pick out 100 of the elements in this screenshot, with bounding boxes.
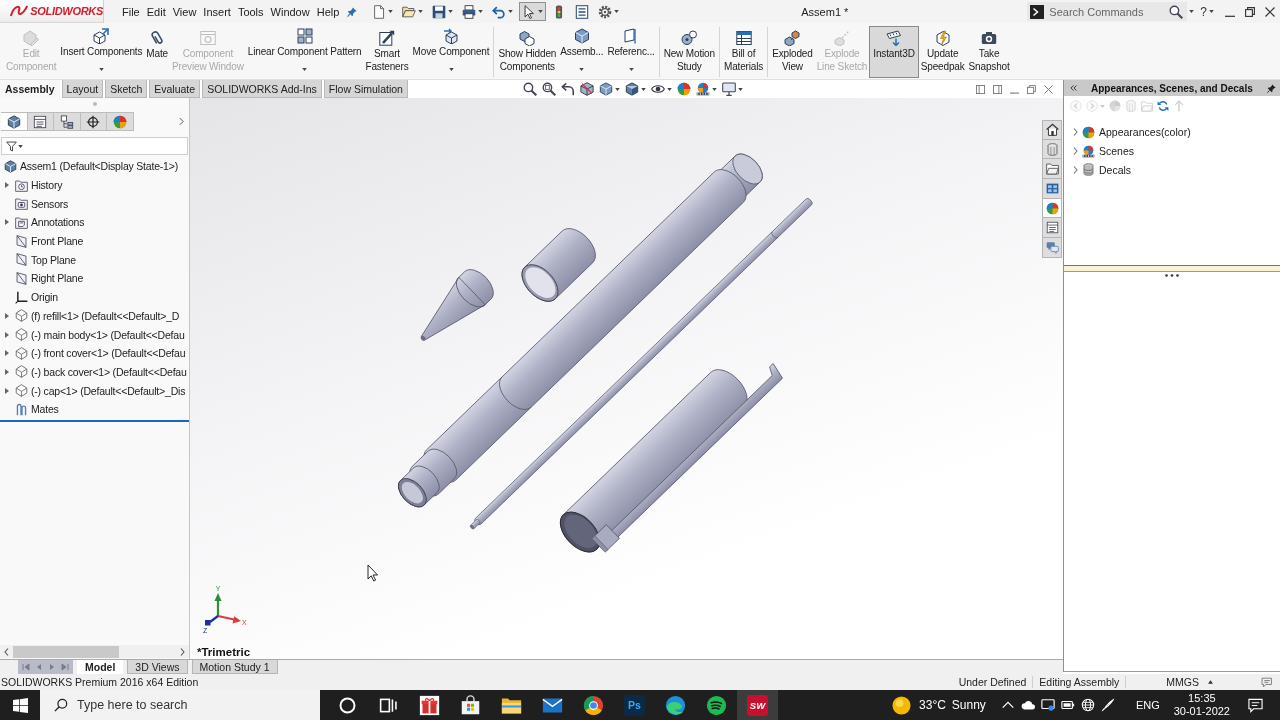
- exploded-view-button[interactable]: Exploded View: [770, 26, 815, 78]
- sheet-tab[interactable]: Motion Study 1: [191, 660, 278, 674]
- tree-item[interactable]: Decals: [1064, 160, 1280, 180]
- instant3d-button[interactable]: Instant3D: [869, 26, 919, 78]
- tree-item[interactable]: History: [0, 175, 189, 195]
- expand-arrow-icon[interactable]: [5, 331, 9, 338]
- taskbar-button[interactable]: Ps: [614, 690, 655, 720]
- logo-badge[interactable]: SOLIDWORKS: [0, 0, 104, 23]
- assembly-menu-button[interactable]: Assemb...: [558, 26, 606, 78]
- move-component-button[interactable]: Move Component: [410, 26, 492, 78]
- tree-item[interactable]: Mates: [0, 399, 189, 419]
- sun-icon[interactable]: [892, 695, 912, 715]
- pin-icon[interactable]: [1267, 83, 1276, 93]
- sheet-tab[interactable]: 3D Views: [127, 660, 188, 674]
- command-tab[interactable]: Layout: [61, 80, 104, 98]
- battery-icon[interactable]: [1060, 698, 1075, 712]
- command-tab[interactable]: Sketch: [105, 80, 148, 98]
- filter-field[interactable]: [1, 137, 188, 155]
- task-pane-tab[interactable]: [1042, 159, 1062, 180]
- units-selector[interactable]: MMGS: [1166, 676, 1199, 688]
- view-toolbar-button[interactable]: [540, 82, 557, 96]
- menu-item[interactable]: Window: [270, 5, 310, 18]
- expand-arrow-icon[interactable]: [5, 368, 9, 375]
- tree-item[interactable]: (f) refill<1> (Default<<Default>_D: [0, 306, 189, 326]
- mate-button[interactable]: Mate: [144, 26, 170, 78]
- rollback-bar[interactable]: [0, 419, 189, 422]
- menu-item[interactable]: Help: [316, 5, 340, 18]
- menu-item[interactable]: Tools: [237, 5, 264, 18]
- view-toolbar-button[interactable]: [559, 82, 576, 96]
- menu-item[interactable]: Edit: [146, 5, 166, 18]
- tree-item[interactable]: Front Plane: [0, 231, 189, 251]
- bill-of-materials-button[interactable]: Bill of Materials: [721, 26, 766, 78]
- toolbar-button[interactable]: [1157, 100, 1169, 112]
- panel-tab[interactable]: [1, 112, 28, 131]
- expand-arrow-icon[interactable]: [5, 219, 9, 226]
- view-toolbar-button[interactable]: [720, 82, 744, 96]
- view-toolbar-button[interactable]: [623, 82, 647, 96]
- tree-item[interactable]: (-) back cover<1> (Default<<Defau: [0, 362, 189, 382]
- screen-icon[interactable]: [1040, 698, 1055, 712]
- tree-item[interactable]: Assem1 (Default<Display State-1>): [0, 157, 189, 176]
- scrollbar-thumb[interactable]: [13, 645, 119, 658]
- caret-icon[interactable]: [1189, 10, 1195, 13]
- sheet-tab[interactable]: Model: [77, 660, 124, 674]
- horizontal-scrollbar[interactable]: [0, 645, 189, 658]
- splitter-handle[interactable]: [1064, 265, 1280, 279]
- expand-arrow-icon[interactable]: [5, 387, 9, 394]
- tree-item[interactable]: (-) front cover<1> (Default<<Defau: [0, 343, 189, 363]
- take-snapshot-button[interactable]: Take Snapshot: [966, 26, 1012, 78]
- view-toolbar-button[interactable]: [578, 82, 595, 96]
- caret-icon[interactable]: [1209, 10, 1214, 13]
- pin-icon[interactable]: [347, 6, 358, 17]
- tile-right-icon[interactable]: [993, 84, 1002, 94]
- command-tab[interactable]: Evaluate: [149, 80, 201, 98]
- clock-date[interactable]: 30-01-2022: [1173, 705, 1230, 718]
- reference-menu-button[interactable]: Referenc...: [605, 26, 657, 78]
- update-speedpak-button[interactable]: Update Speedpak: [918, 26, 967, 78]
- taskbar-button[interactable]: SW: [737, 690, 778, 720]
- help-button[interactable]: ?: [1200, 4, 1207, 19]
- expand-arrow-icon[interactable]: [5, 312, 9, 319]
- tree-item[interactable]: (-) cap<1> (Default<<Default>_Dis: [0, 381, 189, 400]
- tree-item[interactable]: Annotations: [0, 213, 189, 232]
- cloud-icon[interactable]: [1020, 698, 1035, 712]
- tree-item[interactable]: Scenes: [1064, 141, 1280, 161]
- weather-temperature[interactable]: 33°C: [919, 698, 946, 712]
- task-pane-tab[interactable]: [1042, 179, 1062, 199]
- search-field[interactable]: Search Commands: [1027, 2, 1188, 21]
- search-icon[interactable]: [1169, 4, 1184, 19]
- linear-component-pattern-button[interactable]: Linear Component Pattern: [245, 26, 364, 78]
- command-tab[interactable]: Flow Simulation: [323, 80, 408, 98]
- menu-item[interactable]: View: [172, 5, 197, 18]
- task-pane-tab[interactable]: [1042, 198, 1062, 219]
- globe-icon[interactable]: [1080, 698, 1095, 712]
- view-toolbar-button[interactable]: [694, 82, 718, 96]
- smart-fasteners-button[interactable]: Smart Fasteners: [363, 26, 411, 78]
- caret-up-icon[interactable]: [1208, 680, 1213, 684]
- speech-bubble-icon[interactable]: [1261, 676, 1274, 688]
- scroll-left-icon[interactable]: [4, 647, 9, 656]
- clock-time[interactable]: 15:35: [1188, 692, 1216, 705]
- pen-icon[interactable]: [1100, 698, 1115, 712]
- show-hidden-components-button[interactable]: Show Hidden Components: [496, 26, 559, 78]
- tree-item[interactable]: Appearances(color): [1064, 123, 1280, 142]
- view-toolbar-button[interactable]: [521, 82, 538, 96]
- view-toolbar-button[interactable]: [597, 82, 621, 96]
- grip-dot-icon[interactable]: [92, 102, 97, 106]
- scroll-right-icon[interactable]: [180, 647, 185, 656]
- panel-tab[interactable]: [27, 112, 54, 131]
- command-tab[interactable]: Assembly: [0, 80, 60, 98]
- tree-item[interactable]: Right Plane: [0, 269, 189, 288]
- collapse-icon[interactable]: [1070, 85, 1077, 91]
- restore-icon[interactable]: [1245, 6, 1255, 17]
- tree-item[interactable]: Sensors: [0, 194, 189, 214]
- expand-arrow-icon[interactable]: [5, 350, 9, 357]
- view-toolbar-button[interactable]: [649, 82, 673, 96]
- tree-item[interactable]: (-) main body<1> (Default<<Defau: [0, 325, 189, 344]
- task-pane-tab[interactable]: [1042, 120, 1062, 140]
- chevron-right-icon[interactable]: [179, 117, 184, 126]
- expand-arrow-icon[interactable]: [5, 182, 9, 189]
- menu-item[interactable]: Insert: [203, 5, 231, 18]
- tile-left-icon[interactable]: [976, 84, 985, 94]
- close-icon[interactable]: [1265, 6, 1275, 17]
